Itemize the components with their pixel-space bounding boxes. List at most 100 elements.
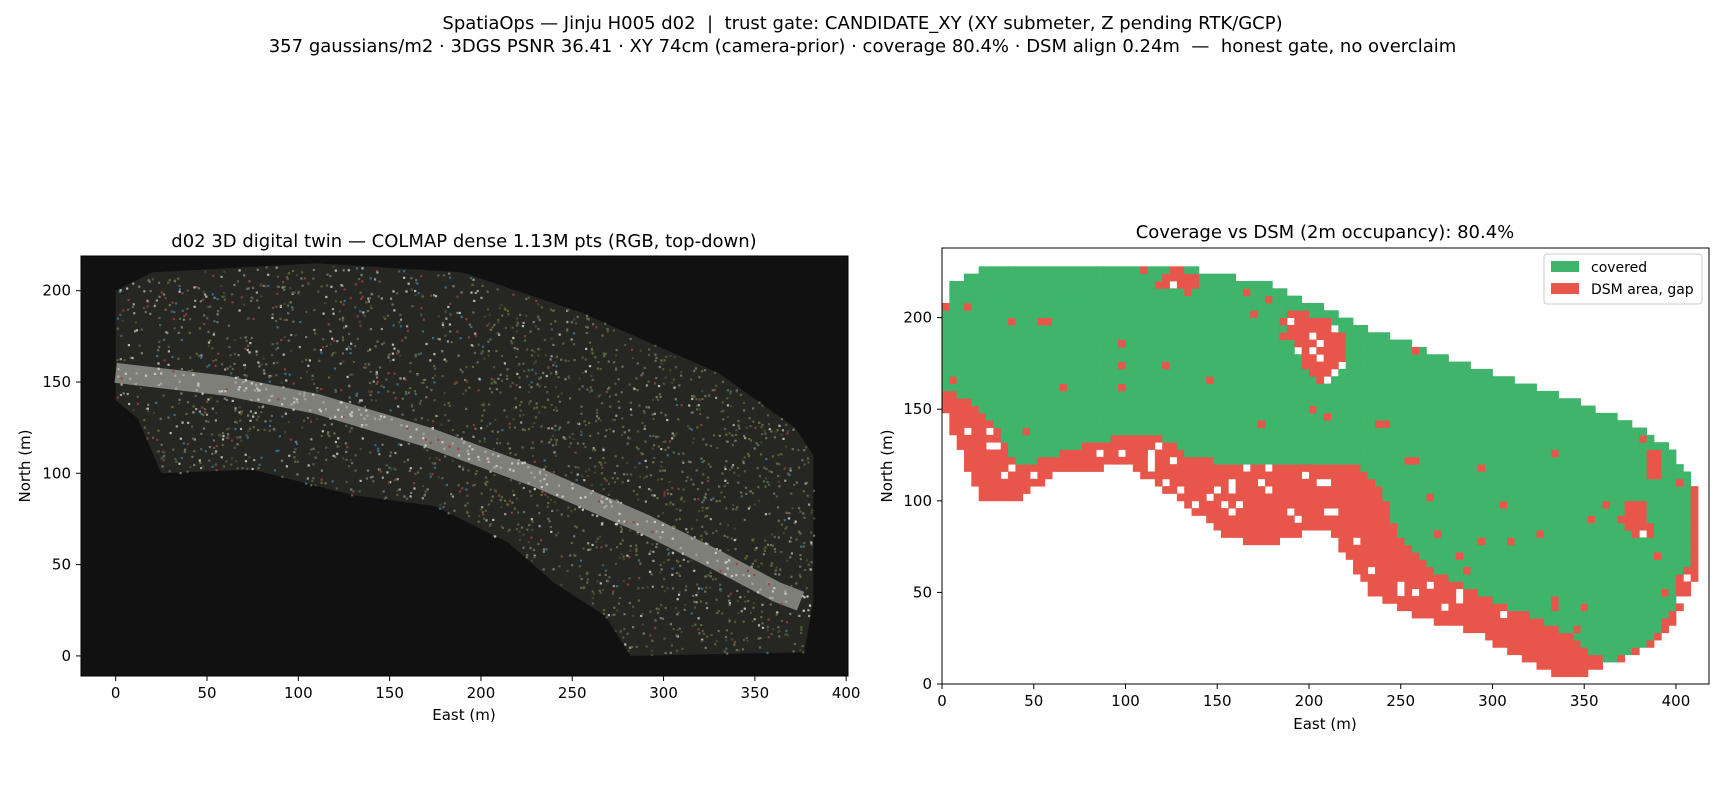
gap-cell	[1044, 317, 1053, 326]
covered-cell	[1022, 398, 1031, 406]
gap-cell	[1331, 515, 1339, 524]
cloud-point	[226, 367, 229, 370]
cloud-point	[655, 435, 658, 438]
cloud-point	[640, 533, 643, 536]
cloud-point	[378, 280, 381, 283]
cloud-point	[276, 361, 279, 364]
gap-cell	[1492, 625, 1501, 634]
gap-cell	[1198, 508, 1207, 516]
covered-cell	[1125, 405, 1134, 414]
gap-cell	[1338, 354, 1347, 362]
covered-cell	[1323, 405, 1332, 414]
cloud-point	[162, 454, 166, 458]
cloud-point	[802, 609, 805, 612]
gap-cell	[1492, 632, 1501, 641]
cloud-point	[806, 494, 809, 497]
gap-cell	[1345, 508, 1354, 516]
cloud-point	[656, 611, 660, 614]
cloud-point	[451, 495, 455, 498]
cloud-point	[724, 467, 727, 471]
cloud-point	[139, 386, 142, 390]
cloud-point	[690, 428, 693, 431]
covered-cell	[1103, 295, 1112, 304]
covered-cell	[964, 332, 972, 340]
cloud-point	[198, 327, 202, 330]
cloud-point	[550, 372, 553, 375]
cloud-point	[294, 448, 297, 451]
cloud-point	[167, 281, 170, 284]
cloud-point	[562, 436, 565, 439]
cloud-point	[349, 347, 352, 351]
covered-cell	[956, 361, 965, 370]
gap-cell	[1264, 471, 1273, 480]
covered-cell	[986, 324, 994, 333]
covered-cell	[1096, 273, 1104, 282]
cloud-point	[557, 395, 560, 398]
cloud-point	[803, 516, 806, 519]
gap-cell	[1345, 522, 1354, 531]
covered-cell	[1154, 383, 1163, 392]
cloud-point	[339, 362, 342, 365]
cloud-point	[120, 383, 123, 386]
cloud-point	[641, 453, 645, 456]
covered-cell	[1228, 390, 1236, 399]
cloud-point	[530, 536, 533, 539]
covered-cell	[1022, 434, 1031, 443]
covered-cell	[986, 302, 994, 311]
gap-cell	[1375, 552, 1383, 560]
cloud-point	[639, 475, 642, 478]
covered-cell	[1419, 544, 1427, 553]
cloud-point	[183, 448, 187, 451]
cloud-point	[756, 591, 760, 594]
cloud-point	[531, 368, 534, 371]
cloud-point	[290, 334, 293, 337]
covered-cell	[1389, 434, 1398, 443]
cloud-point	[154, 302, 157, 306]
covered-cell	[1132, 317, 1141, 326]
cloud-point	[321, 346, 325, 349]
covered-cell	[1411, 412, 1420, 421]
gap-cell	[1316, 515, 1325, 524]
cloud-point	[533, 488, 536, 491]
covered-cell	[1485, 368, 1493, 377]
cloud-point	[552, 343, 555, 347]
cloud-point	[495, 442, 499, 445]
right-panel: Coverage vs DSM (2m occupancy): 80.4% 05…	[878, 222, 1710, 733]
gap-cell	[1338, 515, 1347, 524]
covered-cell	[1272, 376, 1281, 384]
cloud-point	[649, 434, 652, 438]
cloud-point	[795, 538, 798, 541]
covered-cell	[1030, 266, 1038, 275]
cloud-point	[695, 404, 699, 408]
covered-cell	[1367, 456, 1376, 465]
cloud-point	[716, 611, 719, 615]
cloud-point	[629, 337, 632, 341]
gap-cell	[1331, 354, 1339, 362]
covered-cell	[1264, 368, 1273, 377]
gap-cell	[1301, 493, 1310, 502]
cloud-point	[777, 536, 780, 539]
covered-cell	[1037, 390, 1046, 399]
cloud-point	[409, 435, 412, 439]
cloud-point	[643, 476, 646, 480]
covered-cell	[993, 420, 1002, 428]
cloud-point	[605, 390, 608, 394]
x-tick-label: 100	[284, 684, 313, 702]
covered-cell	[1264, 310, 1273, 319]
gap-cell	[1066, 449, 1075, 458]
gap-cell	[1382, 596, 1391, 604]
covered-cell	[1404, 530, 1413, 538]
cloud-point	[718, 499, 721, 503]
cloud-point	[722, 418, 725, 421]
cloud-point	[119, 289, 122, 292]
cloud-point	[623, 613, 626, 616]
covered-cell	[1154, 273, 1163, 282]
cloud-point	[701, 460, 704, 464]
covered-cell	[1250, 332, 1259, 340]
gap-cell	[1235, 464, 1244, 472]
cloud-point	[578, 575, 582, 578]
covered-cell	[1331, 456, 1339, 465]
covered-cell	[1426, 427, 1435, 436]
cloud-point	[506, 503, 509, 506]
cloud-point	[739, 491, 743, 494]
